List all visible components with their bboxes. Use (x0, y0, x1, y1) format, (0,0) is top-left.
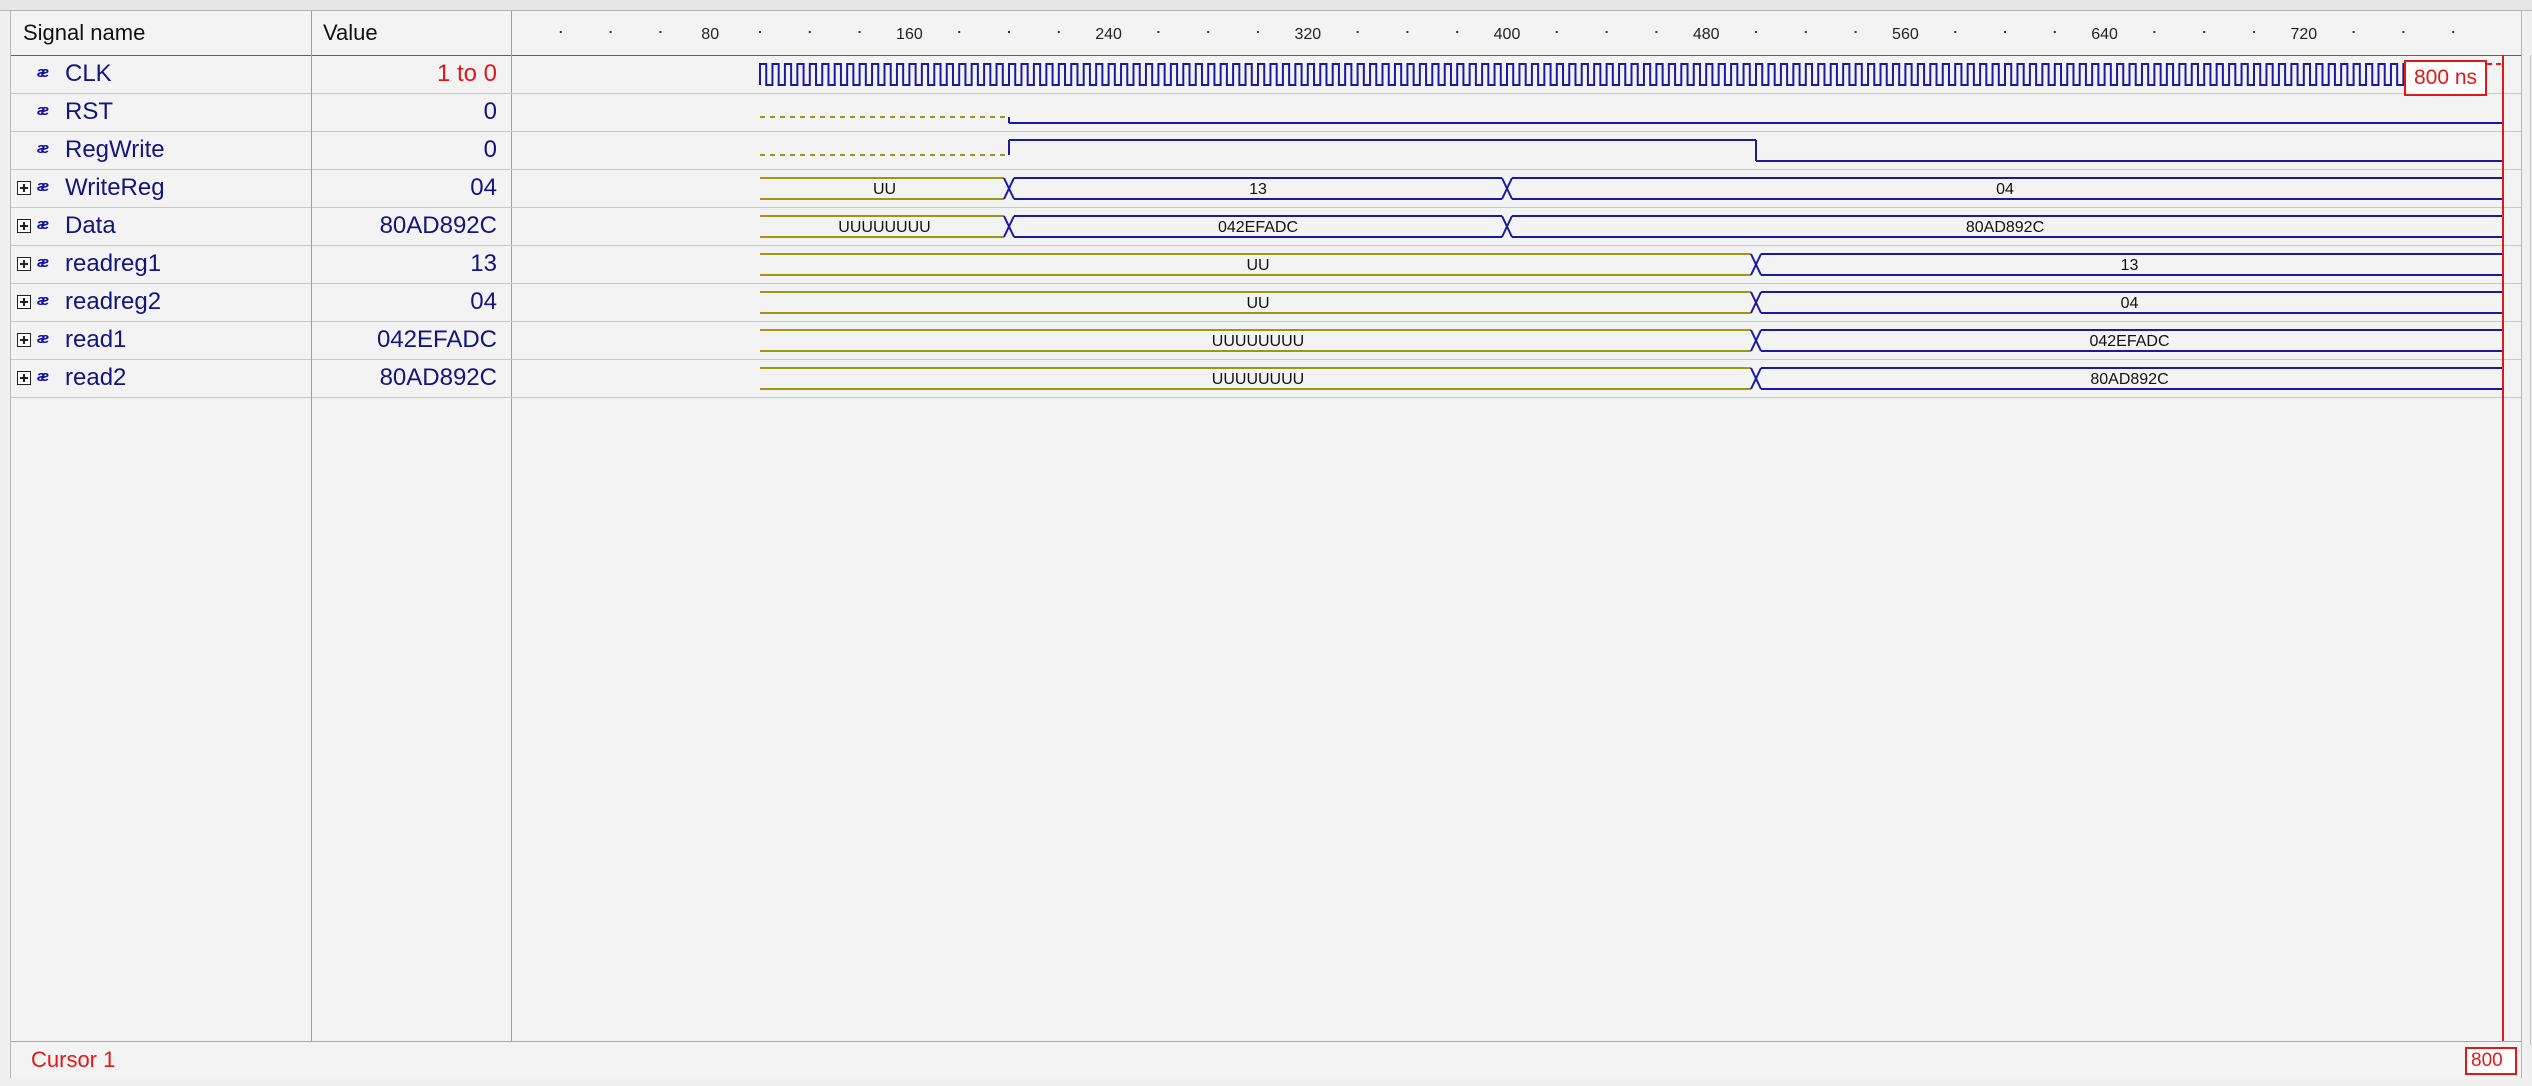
ruler-tick (1008, 31, 1010, 33)
wave-readreg2-value-label: 04 (2121, 295, 2139, 312)
wave-readreg2-value-label: UU (1246, 295, 1269, 312)
ruler-tick (759, 31, 761, 33)
ruler-tick (1157, 31, 1160, 33)
ruler-tick (858, 31, 861, 33)
cursor-time-label[interactable]: 800 ns (2404, 60, 2488, 96)
ruler-tick (559, 31, 562, 33)
ruler-tick (2153, 31, 2156, 33)
wave-read2-value-label: 80AD892C (2090, 371, 2168, 388)
ruler-label: 240 (1095, 26, 1122, 43)
ruler-label: 160 (896, 26, 923, 43)
ruler-tick (1057, 31, 1060, 33)
ruler-tick (1555, 31, 1558, 33)
wave-writereg-value-label: UU (873, 181, 896, 198)
ruler-tick (1755, 31, 1757, 33)
ruler-tick (2402, 31, 2405, 33)
ruler-tick (958, 31, 961, 33)
ruler-tick (1954, 31, 1957, 33)
ruler-tick (2053, 31, 2056, 33)
waveform-viewer: Signal name Value гг CLK 1 to 0 гг RST 0 гг Reg… (10, 10, 2532, 1078)
ruler-tick (808, 31, 811, 33)
wave-read1-value-label: UUUUUUUU (1212, 333, 1304, 350)
ruler-tick (2004, 31, 2006, 33)
ruler-label: 80 (701, 26, 719, 43)
ruler-tick (1605, 31, 1608, 33)
ruler-tick (1804, 31, 1807, 33)
wave-writereg-value-label: 13 (1249, 181, 1267, 198)
wave-read2-value-label: UUUUUUUU (1212, 371, 1304, 388)
ruler-tick (1257, 31, 1259, 33)
ruler-tick (1356, 31, 1359, 33)
ruler-label: 560 (1892, 26, 1919, 43)
wave-writereg-value-label: 04 (1996, 181, 2014, 198)
wave-readreg1-value-label: 13 (2121, 257, 2139, 274)
ruler-tick (1207, 31, 1210, 33)
wave-data-value-label: UUUUUUUU (838, 219, 930, 236)
cursor-label[interactable]: Cursor 1 (31, 1047, 115, 1073)
cursor-time-label-bottom[interactable]: 800 ns (2465, 1047, 2517, 1075)
ruler-tick (609, 31, 612, 33)
ruler-label: 720 (2290, 26, 2317, 43)
ruler-tick (2203, 31, 2206, 33)
ruler-tick (2452, 31, 2455, 33)
ruler-label: 640 (2091, 26, 2118, 43)
wave-data-value-label: 042EFADC (1218, 219, 1298, 236)
wave-read1-value-label: 042EFADC (2089, 333, 2169, 350)
ruler-tick (2352, 31, 2355, 33)
wave-clk (759, 63, 2479, 86)
cursor-row: Cursor 1 (11, 1041, 2521, 1078)
wave-readreg1-value-label: UU (1246, 257, 1269, 274)
wave-data-value-label: 80AD892C (1966, 219, 2044, 236)
ruler-tick (1655, 31, 1658, 33)
ruler-tick (2253, 31, 2255, 33)
ruler-tick (1456, 31, 1459, 33)
ruler-tick (659, 31, 662, 33)
ruler-label: 400 (1494, 26, 1521, 43)
ruler-tick (1406, 31, 1409, 33)
waveform-area[interactable]: 80 160 240 320 400 480 560 640 720UU 13 04UUUUUUUU… (11, 11, 2521, 1041)
ruler-tick (1854, 31, 1857, 33)
ruler-label: 480 (1693, 26, 1720, 43)
ruler-label: 320 (1294, 26, 1321, 43)
